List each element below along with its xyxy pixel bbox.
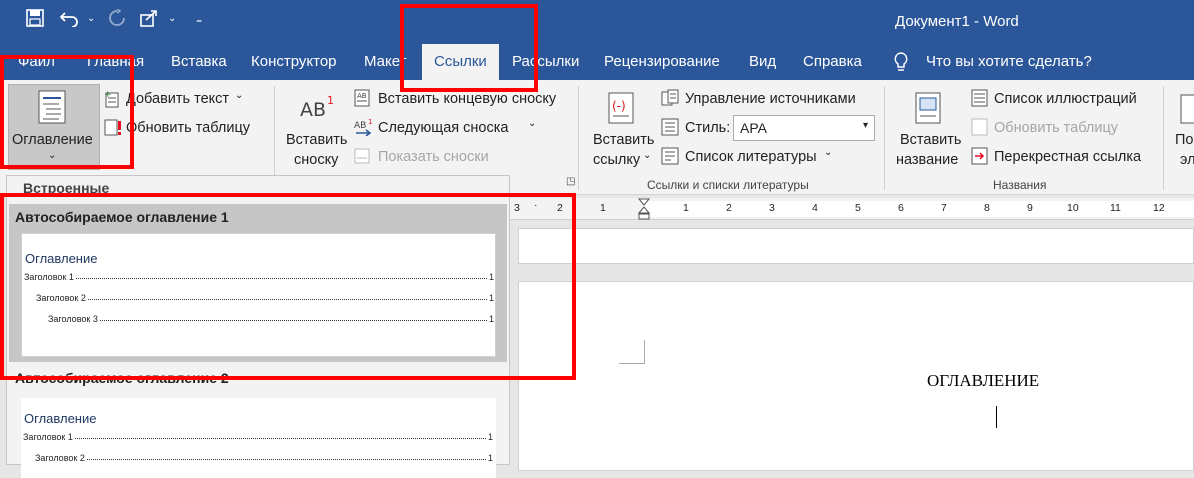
table-of-figures-button[interactable]: Список иллюстраций [994, 91, 1137, 107]
manage-sources-icon [661, 89, 681, 110]
horizontal-ruler[interactable]: 3 2 1 1 2 3 4 5 6 7 8 9 10 11 12 · [510, 198, 1194, 220]
next-footnote-button[interactable]: Следующая сноска [378, 120, 508, 136]
style-select-value: APA [740, 120, 767, 136]
indent-marker-icon[interactable] [637, 198, 651, 225]
chevron-down-icon: ▾ [862, 120, 868, 131]
undo-icon[interactable] [59, 9, 80, 32]
update-figures-table-button[interactable]: Обновить таблицу [994, 120, 1118, 136]
svg-text:(-): (-) [612, 99, 626, 113]
update-table-button[interactable]: Обновить таблицу [126, 120, 250, 136]
table-of-figures-icon [971, 89, 989, 110]
share-dropdown-icon[interactable]: ⌄ [168, 13, 176, 24]
tab-review[interactable]: Рецензирование [604, 53, 720, 70]
add-text-button[interactable]: Добавить текст [126, 91, 229, 107]
style-label: Стиль: [685, 120, 731, 136]
insert-endnote-icon: AB [354, 89, 374, 110]
document-heading: ОГЛАВЛЕНИЕ [927, 371, 1040, 390]
ruler-tick-label: 11 [1110, 202, 1121, 214]
next-footnote-icon: AB 1 [354, 118, 376, 139]
preview-entry: Заголовок 21 [35, 453, 493, 463]
ruler-tick-label: 2 [726, 202, 732, 214]
insert-footnote-label-2[interactable]: сноску [294, 152, 338, 168]
ribbon-tabs: Файл Главная Вставка Конструктор Макет С… [0, 44, 1194, 80]
cross-reference-icon [971, 147, 991, 168]
tell-me-input[interactable]: Что вы хотите сделать? [926, 53, 1092, 70]
tab-insert[interactable]: Вставка [171, 53, 227, 70]
insert-endnote-button[interactable]: Вставить концевую сноску [378, 91, 556, 107]
tab-help[interactable]: Справка [803, 53, 862, 70]
add-text-dropdown-icon[interactable]: ⌄ [235, 90, 243, 101]
ruler-tick-label: 5 [855, 202, 861, 214]
svg-text:AB: AB [300, 99, 326, 121]
insert-citation-icon: (-) [608, 92, 636, 127]
style-select[interactable]: APA ▾ [733, 115, 875, 141]
margin-crop-mark [619, 340, 645, 364]
manage-sources-button[interactable]: Управление источниками [685, 91, 856, 107]
ruler-tick-label: 10 [1067, 202, 1079, 214]
lightbulb-icon [893, 52, 909, 76]
svg-text:AB: AB [357, 92, 367, 100]
cross-reference-button[interactable]: Перекрестная ссылка [994, 149, 1141, 165]
citations-group-label: Ссылки и списки литературы [647, 178, 809, 192]
insert-footnote-icon: AB 1 [300, 94, 336, 125]
svg-text:1: 1 [327, 94, 334, 107]
bibliography-dropdown-icon[interactable]: ⌄ [824, 147, 832, 158]
title-bar: ⌄ ⌄ ₌ Документ1 - Word [0, 0, 1194, 44]
tab-design[interactable]: Конструктор [251, 53, 337, 70]
ruler-tick-label: 6 [898, 202, 904, 214]
insert-citation-label-1[interactable]: Вставить [593, 132, 654, 148]
highlight-references-tab [400, 4, 538, 92]
ruler-tick-label: 9 [1027, 202, 1033, 214]
customize-icon[interactable]: ₌ [196, 12, 202, 26]
style-icon [661, 118, 681, 139]
save-icon[interactable] [26, 9, 44, 32]
captions-group-label: Названия [993, 178, 1047, 192]
highlight-toc-option [0, 193, 576, 380]
toc-option-preview: Оглавление Заголовок 11 Заголовок 21 [21, 398, 496, 478]
next-footnote-dropdown-icon[interactable]: ⌄ [528, 118, 536, 129]
preview-title: Оглавление [24, 411, 97, 426]
ruler-tick-label: 4 [812, 202, 818, 214]
update-figures-table-icon [971, 118, 989, 139]
tab-view[interactable]: Вид [749, 53, 776, 70]
share-icon[interactable] [140, 9, 160, 32]
insert-footnote-label-1[interactable]: Вставить [286, 132, 347, 148]
index-label-2[interactable]: эл [1180, 152, 1194, 168]
svg-text:1: 1 [368, 118, 372, 126]
redo-icon[interactable] [108, 8, 126, 32]
show-notes-button[interactable]: Показать сноски [378, 149, 489, 165]
show-notes-icon [354, 148, 372, 167]
insert-caption-icon [915, 92, 943, 127]
window-title: Документ1 - Word [895, 13, 1019, 30]
dialog-launcher-icon[interactable]: ◳ [566, 176, 575, 187]
ruler-tick-label: 3 [769, 202, 775, 214]
insert-caption-label-2[interactable]: название [896, 152, 958, 168]
bibliography-button[interactable]: Список литературы [685, 149, 817, 165]
text-cursor [996, 406, 997, 428]
highlight-toc-button [0, 55, 134, 169]
ruler-tick-label: 1 [600, 202, 606, 214]
ruler-tick-label: 7 [941, 202, 947, 214]
insert-citation-label-2[interactable]: ссылку [593, 152, 640, 168]
ruler-tick-label: 8 [984, 202, 990, 214]
index-icon [1180, 94, 1194, 127]
preview-entry: Заголовок 11 [23, 432, 493, 442]
previous-page [518, 228, 1194, 264]
document-page[interactable] [518, 281, 1194, 471]
index-label-1[interactable]: По [1175, 132, 1194, 148]
insert-citation-dropdown-icon[interactable]: ⌄ [643, 150, 651, 161]
svg-text:AB: AB [354, 121, 366, 131]
bibliography-icon [661, 147, 681, 168]
insert-caption-label-1[interactable]: Вставить [900, 132, 961, 148]
undo-dropdown-icon[interactable]: ⌄ [87, 13, 95, 24]
ruler-tick-label: 1 [683, 202, 689, 214]
ruler-tick-label: 12 [1153, 202, 1165, 214]
